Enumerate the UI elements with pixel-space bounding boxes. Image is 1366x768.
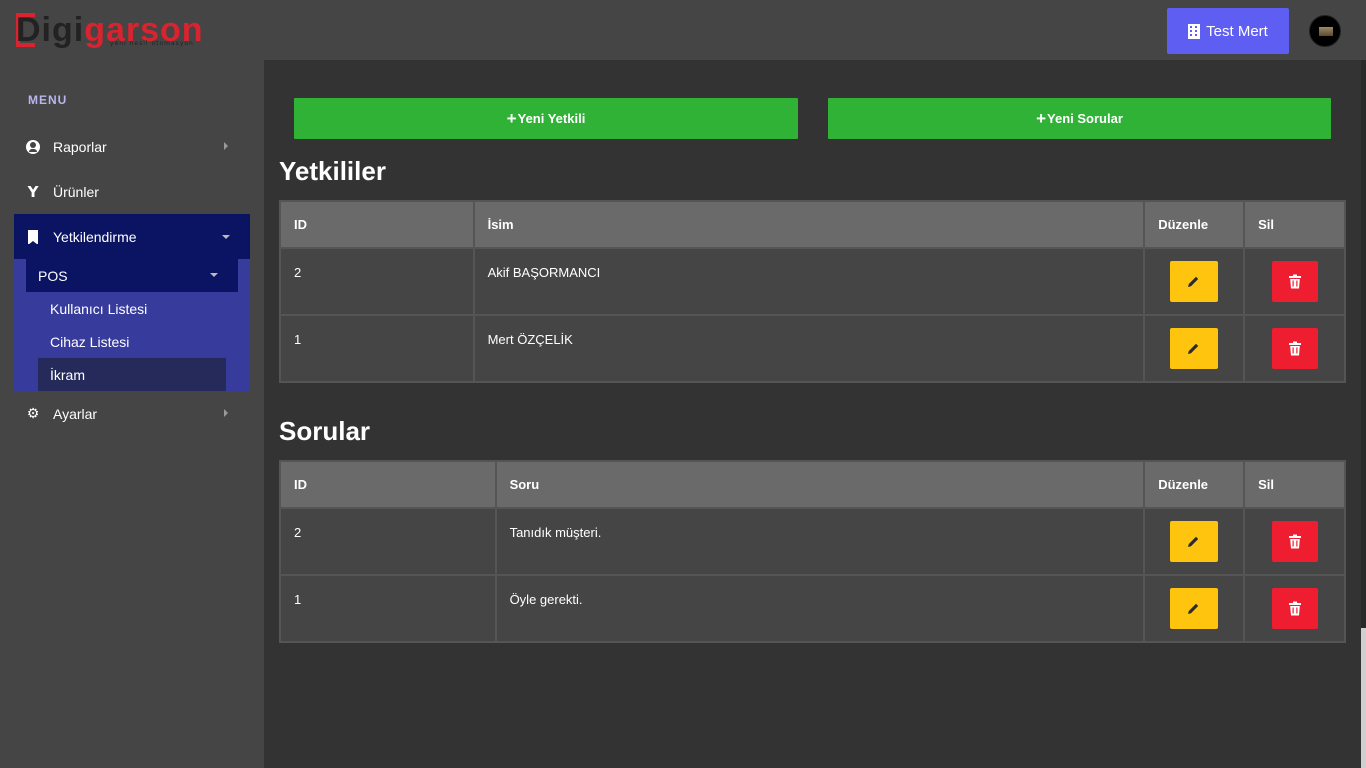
trash-icon (1288, 274, 1301, 289)
new-questions-label: Yeni Sorular (1047, 111, 1123, 126)
column-header-id: ID (279, 460, 497, 509)
user-circle-icon (26, 139, 40, 154)
sidebar: MENU Raporlar 𝗬 Ürünler Yetkilendirme PO… (0, 60, 264, 768)
scrollbar-thumb[interactable] (1361, 628, 1366, 768)
avatar[interactable] (1309, 15, 1341, 47)
pencil-icon (1188, 276, 1199, 287)
edit-button[interactable] (1170, 328, 1219, 369)
sidebar-item-yetkilendirme[interactable]: Yetkilendirme (14, 214, 250, 259)
trash-icon (1288, 601, 1301, 616)
logo-tagline: yeni nesil otomasyon (110, 40, 194, 47)
table-header-row: ID Soru Düzenle Sil (279, 460, 1346, 509)
column-header-delete: Sil (1243, 200, 1346, 249)
submenu-group-pos[interactable]: POS (26, 259, 238, 292)
submenu-group-label: POS (38, 267, 68, 284)
authorized-table: ID İsim Düzenle Sil 2 Akif BAŞORMANCI 1 … (279, 200, 1346, 383)
column-header-id: ID (279, 200, 475, 249)
utensils-icon: 𝗬 (27, 183, 39, 201)
column-header-edit: Düzenle (1143, 460, 1246, 509)
plus-icon: + (1036, 108, 1047, 128)
table-row: 1 Mert ÖZÇELİK (279, 314, 1346, 383)
cell-id: 1 (279, 574, 497, 643)
chevron-right-icon (224, 142, 228, 150)
delete-button[interactable] (1271, 588, 1318, 629)
top-bar: Digigarson yeni nesil otomasyon Test Mer… (0, 0, 1366, 60)
plus-icon: + (506, 108, 517, 128)
chevron-down-icon (210, 273, 218, 277)
chevron-down-icon (222, 235, 230, 239)
sidebar-item-ayarlar[interactable]: ⚙ Ayarlar (14, 391, 250, 436)
column-header-delete: Sil (1243, 460, 1346, 509)
pencil-icon (1188, 343, 1199, 354)
edit-button[interactable] (1170, 261, 1219, 302)
authorized-title: Yetkililer (279, 156, 386, 186)
delete-button[interactable] (1271, 521, 1318, 562)
sidebar-item-raporlar[interactable]: Raporlar (14, 124, 250, 169)
trash-icon (1288, 534, 1301, 549)
trash-icon (1288, 341, 1301, 356)
user-account-label: Test Mert (1206, 22, 1268, 40)
user-account-button[interactable]: Test Mert (1167, 8, 1289, 54)
delete-button[interactable] (1271, 261, 1318, 302)
new-authorized-label: Yeni Yetkili (517, 111, 586, 126)
pencil-icon (1188, 536, 1199, 547)
table-row: 2 Akif BAŞORMANCI (279, 247, 1346, 316)
menu-title: MENU (28, 93, 68, 107)
column-header-edit: Düzenle (1143, 200, 1246, 249)
gears-icon: ⚙ (26, 405, 40, 421)
table-header-row: ID İsim Düzenle Sil (279, 200, 1346, 249)
delete-button[interactable] (1271, 328, 1318, 369)
logo-text-part1: Digi (16, 11, 85, 49)
edit-button[interactable] (1170, 588, 1219, 629)
submenu-link-kullanici-listesi[interactable]: Kullanıcı Listesi (38, 292, 226, 325)
cell-question: Tanıdık müşteri. (494, 507, 1146, 576)
questions-table: ID Soru Düzenle Sil 2 Tanıdık müşteri. 1… (279, 460, 1346, 643)
edit-button[interactable] (1170, 521, 1219, 562)
sidebar-item-label: Ayarlar (53, 405, 98, 422)
main-content (264, 60, 1361, 768)
table-row: 1 Öyle gerekti. (279, 574, 1346, 643)
new-questions-button[interactable]: + Yeni Sorular (828, 98, 1331, 139)
sidebar-item-urunler[interactable]: 𝗬 Ürünler (14, 169, 250, 214)
sidebar-item-label: Raporlar (53, 138, 107, 155)
chevron-right-icon (224, 409, 228, 417)
pencil-icon (1188, 603, 1199, 614)
cell-name: Akif BAŞORMANCI (472, 247, 1146, 316)
submenu-link-cihaz-listesi[interactable]: Cihaz Listesi (38, 325, 226, 358)
cell-id: 1 (279, 314, 475, 383)
column-header-question: Soru (494, 460, 1146, 509)
bookmark-icon (28, 229, 38, 245)
new-authorized-button[interactable]: + Yeni Yetkili (294, 98, 798, 139)
cell-question: Öyle gerekti. (494, 574, 1146, 643)
digigarson-logo[interactable]: Digigarson yeni nesil otomasyon (16, 10, 216, 50)
column-header-name: İsim (472, 200, 1146, 249)
cell-name: Mert ÖZÇELİK (472, 314, 1146, 383)
sidebar-item-label: Yetkilendirme (53, 228, 137, 245)
submenu-link-ikram[interactable]: İkram (38, 358, 226, 391)
questions-title: Sorular (279, 416, 371, 446)
sidebar-item-label: Ürünler (53, 183, 99, 200)
cell-id: 2 (279, 507, 497, 576)
cell-id: 2 (279, 247, 475, 316)
table-row: 2 Tanıdık müşteri. (279, 507, 1346, 576)
building-icon (1188, 23, 1201, 39)
